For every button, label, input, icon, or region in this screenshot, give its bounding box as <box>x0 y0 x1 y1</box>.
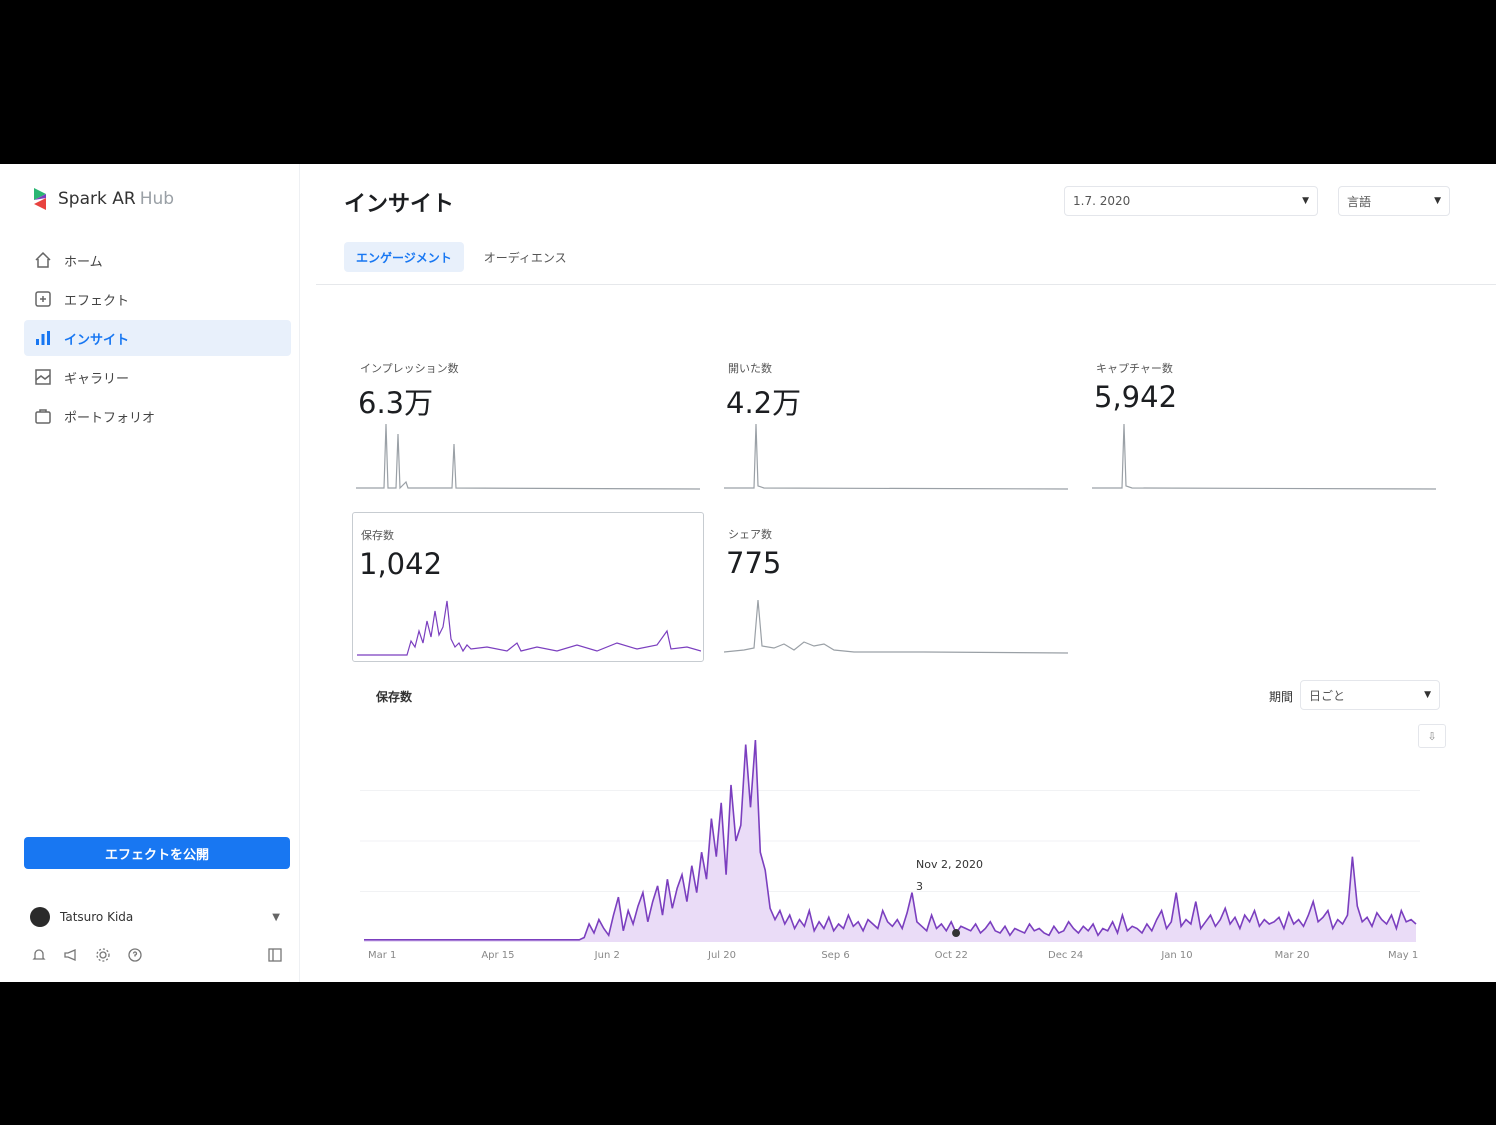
page-title: インサイト <box>344 192 455 217</box>
metric-label: インプレッション数 <box>360 362 459 375</box>
sidebar-item-portfolio[interactable]: ポートフォリオ <box>24 398 291 434</box>
x-tick-label: Dec 24 <box>1048 950 1083 961</box>
chevron-down-icon: ▼ <box>272 911 280 923</box>
date-range-value: 1.7. 2020 <box>1073 194 1131 208</box>
account-switcher[interactable]: Tatsuro Kida ▼ <box>30 904 280 930</box>
sidebar-item-label: エフェクト <box>64 293 130 309</box>
chevron-down-icon: ▼ <box>1302 196 1309 206</box>
sidebar-item-label: インサイト <box>64 332 130 348</box>
metric-card-saves[interactable]: 保存数 1,042 <box>352 512 704 662</box>
gallery-icon <box>32 366 54 388</box>
settings-icon[interactable] <box>94 946 112 964</box>
date-range-select[interactable]: 1.7. 2020 ▼ <box>1064 186 1318 216</box>
tab-engagement[interactable]: エンゲージメント <box>344 242 464 272</box>
sidebar-item-insights[interactable]: インサイト <box>24 320 291 356</box>
letterbox-top <box>0 0 1496 164</box>
home-icon <box>32 249 54 271</box>
insights-icon <box>32 327 54 349</box>
opens-sparkline <box>724 423 1068 490</box>
metric-card-captures[interactable]: キャプチャー数 5,942 <box>1088 346 1440 496</box>
insights-tabs: エンゲージメント オーディエンス <box>344 242 579 272</box>
metric-value: 1,042 <box>359 547 443 581</box>
period-value: 日ごと <box>1309 688 1346 703</box>
period-label: 期間 <box>1269 690 1294 704</box>
saves-sparkline <box>357 600 701 656</box>
sidebar-nav: ホーム エフェクト インサイト ギャラリー ポートフォリオ <box>24 242 291 437</box>
metric-card-impressions[interactable]: インプレッション数 6.3万 <box>352 346 704 496</box>
hover-point <box>952 929 961 938</box>
tooltip-date: Nov 2, 2020 <box>916 858 983 871</box>
x-tick-label: Jan 10 <box>1160 950 1192 961</box>
tooltip-value: 3 <box>916 880 923 893</box>
period-select[interactable]: 日ごと ▼ <box>1300 680 1440 710</box>
metric-label: シェア数 <box>728 528 772 541</box>
sidebar-item-gallery[interactable]: ギャラリー <box>24 359 291 395</box>
spark-ar-hub-window: Spark AR Hub ホーム エフェクト インサイト ギャラリー ポートフォ… <box>16 164 1496 982</box>
chart-gridlines <box>360 790 1420 892</box>
metric-label: キャプチャー数 <box>1096 362 1173 375</box>
main-content: インサイト 1.7. 2020 ▼ 言語 ▼ エンゲージメント オーディエンス … <box>316 164 1496 982</box>
metric-value: 5,942 <box>1094 380 1178 414</box>
help-icon[interactable] <box>126 946 144 964</box>
metric-card-opens[interactable]: 開いた数 4.2万 <box>720 346 1072 496</box>
metric-card-shares[interactable]: シェア数 775 <box>720 512 1072 662</box>
collapse-sidebar-icon[interactable] <box>266 946 284 964</box>
sidebar-item-effects[interactable]: エフェクト <box>24 281 291 317</box>
x-tick-label: Jun 2 <box>594 950 620 961</box>
x-tick-label: Mar 20 <box>1275 950 1310 961</box>
effects-icon <box>32 288 54 310</box>
sidebar-item-label: ギャラリー <box>64 371 130 387</box>
x-axis-ticks: Mar 1 Apr 15 Jun 2 Jul 20 Sep 6 Oct 22 Dec 24 J… <box>368 950 1418 961</box>
x-tick-label: May 1 <box>1388 950 1418 961</box>
megaphone-icon[interactable] <box>62 946 80 964</box>
notification-icon[interactable] <box>30 946 48 964</box>
tab-audience[interactable]: オーディエンス <box>472 242 579 272</box>
captures-sparkline <box>1092 423 1436 490</box>
metric-label: 保存数 <box>361 529 394 542</box>
tabs-divider <box>316 284 1496 285</box>
video-frame: Spark AR Hub ホーム エフェクト インサイト ギャラリー ポートフォ… <box>0 0 1496 1125</box>
series-line <box>364 739 1417 941</box>
language-value: 言語 <box>1347 194 1372 209</box>
detail-chart-title: 保存数 <box>376 690 413 704</box>
metric-value: 775 <box>726 546 782 580</box>
sidebar: Spark AR Hub ホーム エフェクト インサイト ギャラリー ポートフォ… <box>16 164 300 982</box>
language-select[interactable]: 言語 ▼ <box>1338 186 1450 216</box>
metric-label: 開いた数 <box>728 362 772 375</box>
chevron-down-icon: ▼ <box>1424 690 1431 700</box>
portfolio-icon <box>32 405 54 427</box>
x-tick-label: Jul 20 <box>707 950 736 961</box>
letterbox-bottom <box>0 982 1496 1125</box>
x-tick-label: Mar 1 <box>368 950 396 961</box>
user-name: Tatsuro Kida <box>60 910 134 924</box>
brand-name: Spark AR Hub <box>58 189 175 209</box>
sidebar-item-label: ポートフォリオ <box>64 410 156 426</box>
sidebar-item-label: ホーム <box>64 254 103 270</box>
x-tick-label: Apr 15 <box>481 950 514 961</box>
brand[interactable]: Spark AR Hub <box>30 186 174 212</box>
saves-area-chart: Mar 1 Apr 15 Jun 2 Jul 20 Sep 6 Oct 22 Dec 24 J… <box>360 739 1420 961</box>
sidebar-footer-icons <box>30 946 284 964</box>
chevron-down-icon: ▼ <box>1434 196 1441 206</box>
x-tick-label: Oct 22 <box>935 950 968 961</box>
avatar <box>30 907 50 927</box>
shares-sparkline <box>724 599 1068 654</box>
spark-ar-logo-icon <box>34 188 46 210</box>
impressions-sparkline <box>356 423 700 490</box>
upload-effect-button[interactable]: エフェクトを公開 <box>24 837 290 869</box>
sidebar-item-home[interactable]: ホーム <box>24 242 291 278</box>
download-icon[interactable]: ⇩ <box>1418 724 1446 748</box>
x-tick-label: Sep 6 <box>821 950 849 961</box>
